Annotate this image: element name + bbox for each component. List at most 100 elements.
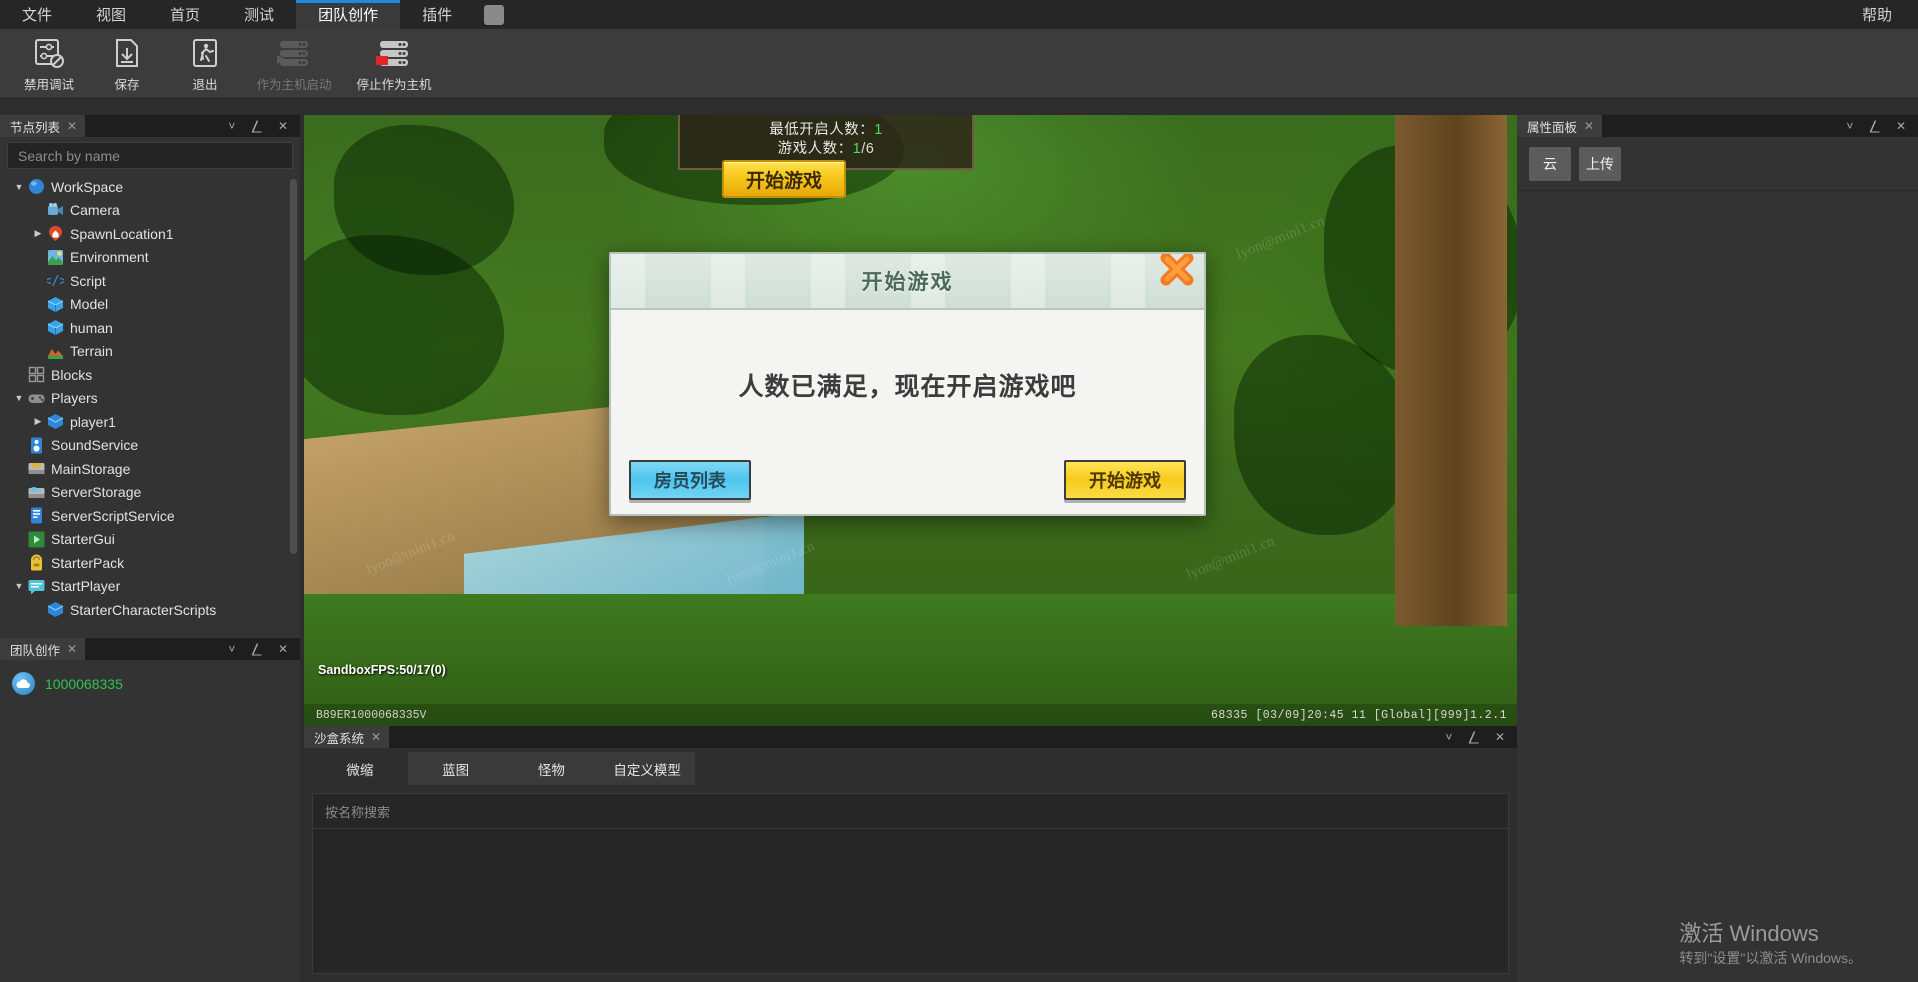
tab-blueprint[interactable]: 蓝图 xyxy=(408,752,504,785)
tree-node-players[interactable]: ▼ Players xyxy=(0,387,300,411)
node-list-scrollbar[interactable] xyxy=(290,179,297,554)
menu-item-plugin[interactable]: 插件 xyxy=(400,0,474,29)
tree-node-script[interactable]: </> Script xyxy=(0,269,300,293)
tree-node-workspace[interactable]: ▼ WorkSpace xyxy=(0,175,300,199)
game-players-row: 游戏人数：1/6 xyxy=(778,140,875,159)
server-script-icon xyxy=(28,507,45,524)
menu-item-help[interactable]: 帮助 xyxy=(1840,0,1918,29)
chevron-down-icon[interactable]: ▼ xyxy=(10,393,28,403)
tree-node-camera[interactable]: Camera xyxy=(0,199,300,223)
cloud-button-label: 云 xyxy=(1543,156,1557,172)
ribbon-button-start-as-host: 作为主机启动 xyxy=(244,29,344,97)
chevron-down-icon[interactable]: ˅ xyxy=(228,643,235,655)
player-cube-icon xyxy=(47,413,64,430)
close-icon[interactable]: ✕ xyxy=(278,643,288,655)
panel-tab-label: 属性面板 xyxy=(1527,120,1578,135)
popout-icon[interactable]: ⎳ xyxy=(1468,731,1479,743)
properties-body: 云 上传 xyxy=(1517,137,1918,982)
chevron-down-icon[interactable]: ▼ xyxy=(10,182,28,192)
ribbon-button-stop-as-host[interactable]: 停止作为主机 xyxy=(344,29,444,97)
tab-miniature[interactable]: 微缩 xyxy=(312,752,408,785)
close-icon[interactable]: ✕ xyxy=(67,119,77,133)
ribbon-button-exit[interactable]: 退出 xyxy=(166,29,244,97)
upload-button[interactable]: 上传 xyxy=(1579,147,1621,181)
tree-node-player1[interactable]: ▶ player1 xyxy=(0,410,300,434)
sandbox-body: 微缩 蓝图 怪物 自定义模型 按名称搜索 xyxy=(304,748,1517,982)
cloud-button[interactable]: 云 xyxy=(1529,147,1571,181)
host-stop-icon xyxy=(375,34,413,72)
menu-item-team-create[interactable]: 团队创作 xyxy=(296,0,401,29)
tree-node-serverscriptservice[interactable]: ServerScriptService xyxy=(0,504,300,528)
sandbox-panel-tab[interactable]: 沙盒系统 ✕ xyxy=(304,726,390,748)
tree-node-startplayer[interactable]: ▼ StartPlayer xyxy=(0,575,300,599)
panel-tab-label: 团队创作 xyxy=(10,643,61,658)
sandbox-item-list[interactable] xyxy=(312,829,1509,974)
tree-node-human[interactable]: human xyxy=(0,316,300,340)
close-icon[interactable]: ✕ xyxy=(1896,120,1906,132)
menu-placeholder-square-icon[interactable] xyxy=(484,4,505,25)
chevron-down-icon[interactable]: ˅ xyxy=(1846,120,1853,132)
menu-item-home[interactable]: 首页 xyxy=(148,0,222,29)
menu-item-test[interactable]: 测试 xyxy=(222,0,296,29)
ribbon-button-save[interactable]: 保存 xyxy=(88,29,166,97)
tab-monster[interactable]: 怪物 xyxy=(504,752,600,785)
tree-node-terrain[interactable]: Terrain xyxy=(0,340,300,364)
dialog-start-game-button[interactable]: 开始游戏 xyxy=(1064,460,1186,500)
chevron-down-icon[interactable]: ˅ xyxy=(228,120,235,132)
status-left-text: B89ER1000068335V xyxy=(316,708,427,722)
avatar xyxy=(12,672,35,695)
tree-node-label: Camera xyxy=(70,202,120,219)
dialog-close-button[interactable] xyxy=(1154,254,1200,291)
tree-node-mainstorage[interactable]: MainStorage xyxy=(0,457,300,481)
tree-node-starterpack[interactable]: StarterPack xyxy=(0,551,300,575)
close-icon[interactable]: ✕ xyxy=(67,642,77,656)
ribbon-toolbar: 禁用调试 保存 退出 作为主机启动 停止作为主机 xyxy=(0,29,1918,97)
close-icon[interactable]: ✕ xyxy=(371,730,381,744)
tab-custom-model[interactable]: 自定义模型 xyxy=(599,752,695,785)
tree-node-label: player1 xyxy=(70,413,116,430)
chevron-down-icon[interactable]: ˅ xyxy=(1445,731,1452,743)
ribbon-button-disable-debug[interactable]: 禁用调试 xyxy=(10,29,88,97)
chevron-right-icon[interactable]: ▶ xyxy=(29,416,47,427)
room-member-list-button[interactable]: 房员列表 xyxy=(629,460,751,500)
search-placeholder: Search by name xyxy=(18,147,120,164)
chevron-right-icon[interactable]: ▶ xyxy=(29,228,47,239)
list-item[interactable]: 1000068335 xyxy=(0,668,300,699)
menu-bar: 文件 视图 首页 测试 团队创作 插件 帮助 xyxy=(0,0,1918,29)
app-window: 文件 视图 首页 测试 团队创作 插件 帮助 禁用调试 保存 退出 作为主机启动… xyxy=(0,0,1918,982)
sandbox-search-input[interactable]: 按名称搜索 xyxy=(312,793,1509,829)
ribbon-label: 退出 xyxy=(192,78,218,92)
tree-node-label: ServerScriptService xyxy=(51,507,175,524)
tree-node-blocks[interactable]: Blocks xyxy=(0,363,300,387)
chevron-down-icon[interactable]: ▼ xyxy=(10,581,28,591)
popout-icon[interactable]: ⎳ xyxy=(251,120,262,132)
tree-node-serverstorage[interactable]: ServerStorage xyxy=(0,481,300,505)
tree-node-spawnlocation1[interactable]: ▶ SpawnLocation1 xyxy=(0,222,300,246)
tree-node-startergui[interactable]: StarterGui xyxy=(0,528,300,552)
hud-start-game-button[interactable]: 开始游戏 xyxy=(722,160,846,198)
menu-item-file[interactable]: 文件 xyxy=(0,0,74,29)
tree-node-startercharacterscripts[interactable]: StarterCharacterScripts xyxy=(0,598,300,622)
popout-icon[interactable]: ⎳ xyxy=(251,643,262,655)
game-viewport[interactable]: lyon@mini1.cn lyon@mini1.cn lyon@mini1.c… xyxy=(304,115,1517,726)
sandbox-panel-header: 沙盒系统 ✕ ˅ ⎳ ✕ xyxy=(304,726,1517,748)
search-input[interactable]: Search by name xyxy=(7,142,293,169)
close-icon[interactable]: ✕ xyxy=(278,120,288,132)
ribbon-label: 禁用调试 xyxy=(23,78,74,92)
node-list-tab[interactable]: 节点列表 ✕ xyxy=(0,115,86,137)
close-icon[interactable]: ✕ xyxy=(1584,119,1594,133)
close-icon[interactable]: ✕ xyxy=(1495,731,1505,743)
game-players-max: /6 xyxy=(861,140,875,157)
tree-node-environment[interactable]: Environment xyxy=(0,246,300,270)
game-players-label: 游戏人数： xyxy=(777,140,853,157)
fps-counter: SandboxFPS:50/17(0) xyxy=(318,663,446,677)
start-game-dialog[interactable]: 开始游戏 人数已满足，现在开启游戏吧 房员列表 开始游戏 xyxy=(609,252,1206,516)
node-list-window-controls: ˅ ⎳ ✕ xyxy=(228,115,300,137)
popout-icon[interactable]: ⎳ xyxy=(1869,120,1880,132)
tree-node-model[interactable]: Model xyxy=(0,293,300,317)
properties-panel-tab[interactable]: 属性面板 ✕ xyxy=(1517,115,1603,137)
menu-item-view[interactable]: 视图 xyxy=(74,0,148,29)
status-right-text: 68335 [03/09]20:45 11 [Global][999]1.2.1 xyxy=(1210,708,1507,722)
team-panel-tab[interactable]: 团队创作 ✕ xyxy=(0,638,86,660)
tree-node-soundservice[interactable]: SoundService xyxy=(0,434,300,458)
